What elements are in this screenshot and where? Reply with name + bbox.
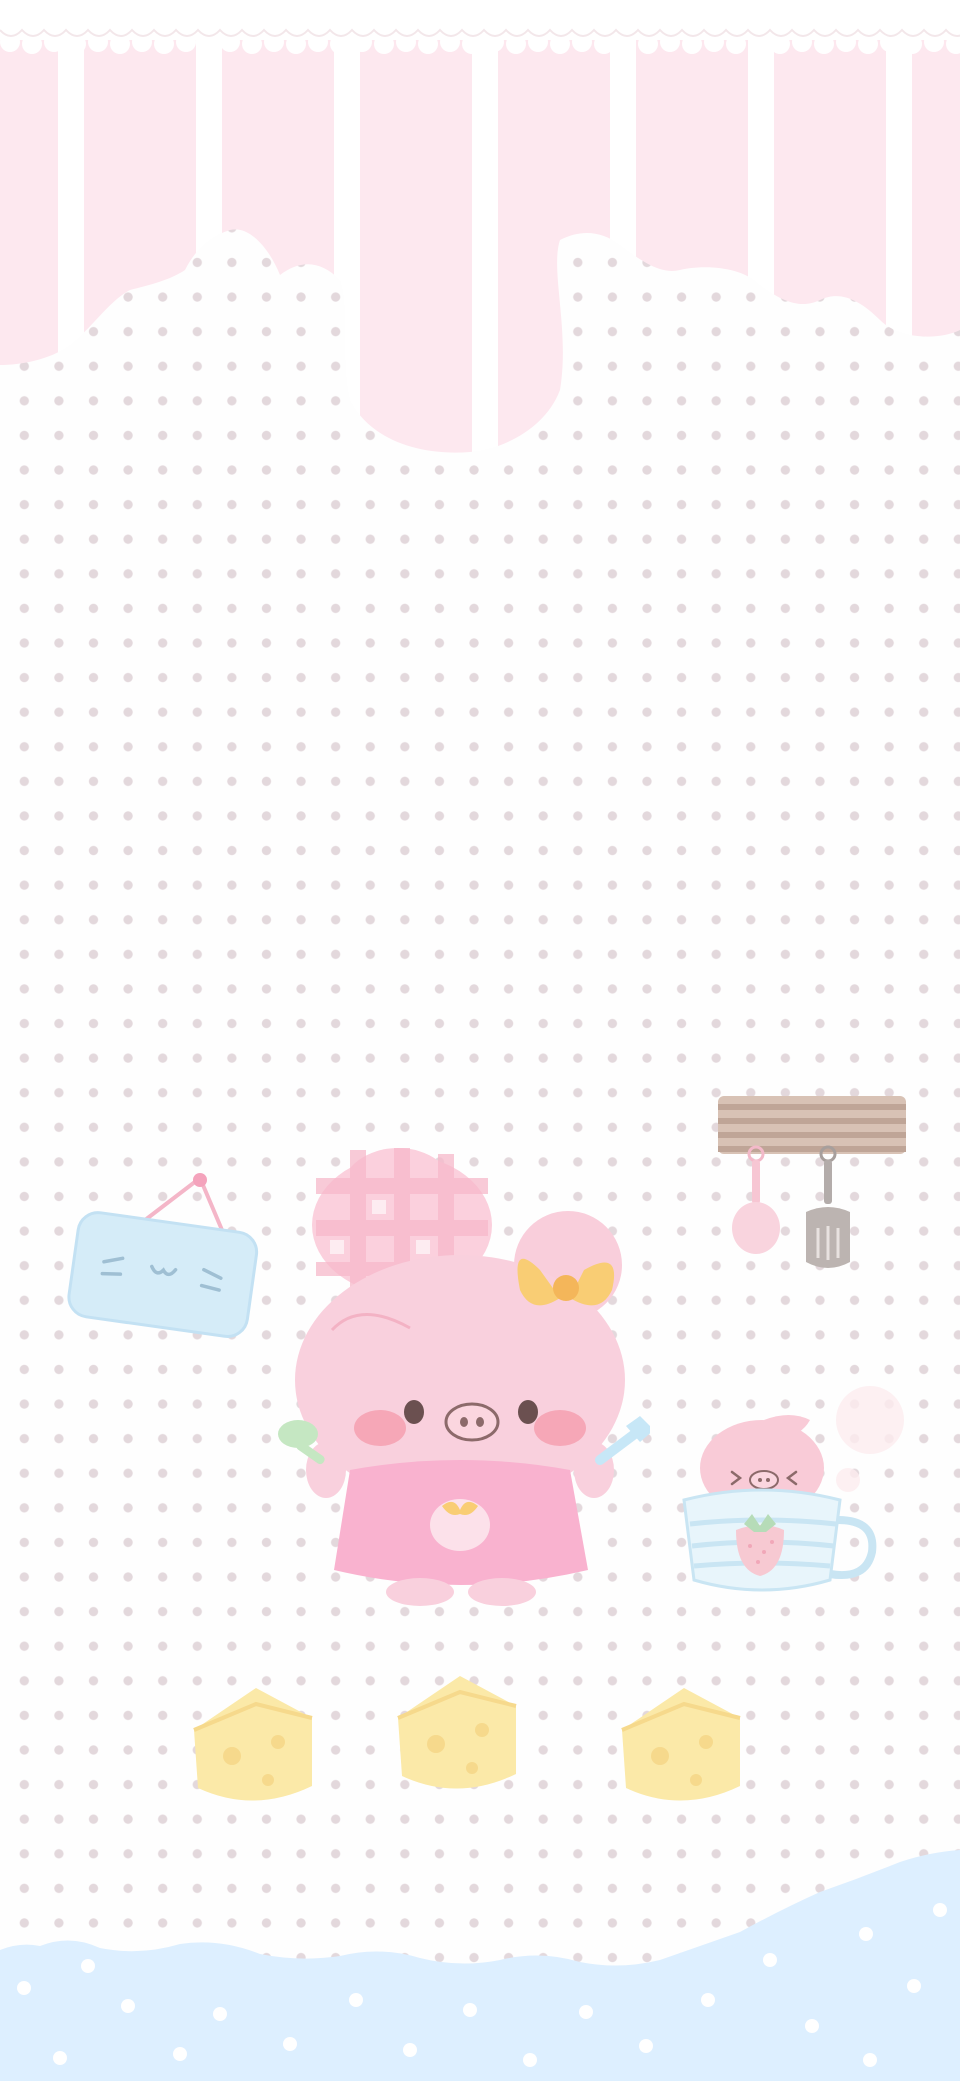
spoon-icon	[732, 1145, 780, 1254]
steam-cloud-icon	[836, 1386, 904, 1492]
hanging-sign-icon	[67, 1173, 259, 1338]
striped-curtain	[0, 0, 960, 453]
utensil-rack-icon	[718, 1096, 906, 1268]
pig-chef-icon	[278, 1148, 650, 1606]
cheese-icon	[397, 1676, 517, 1789]
cheese-icon	[193, 1688, 313, 1801]
wallpaper	[0, 0, 960, 2081]
blue-wave-footer	[0, 1850, 960, 2081]
fork-icon	[806, 1145, 850, 1268]
cheese-icon	[621, 1688, 741, 1801]
pig-in-teacup-icon	[682, 1386, 904, 1592]
